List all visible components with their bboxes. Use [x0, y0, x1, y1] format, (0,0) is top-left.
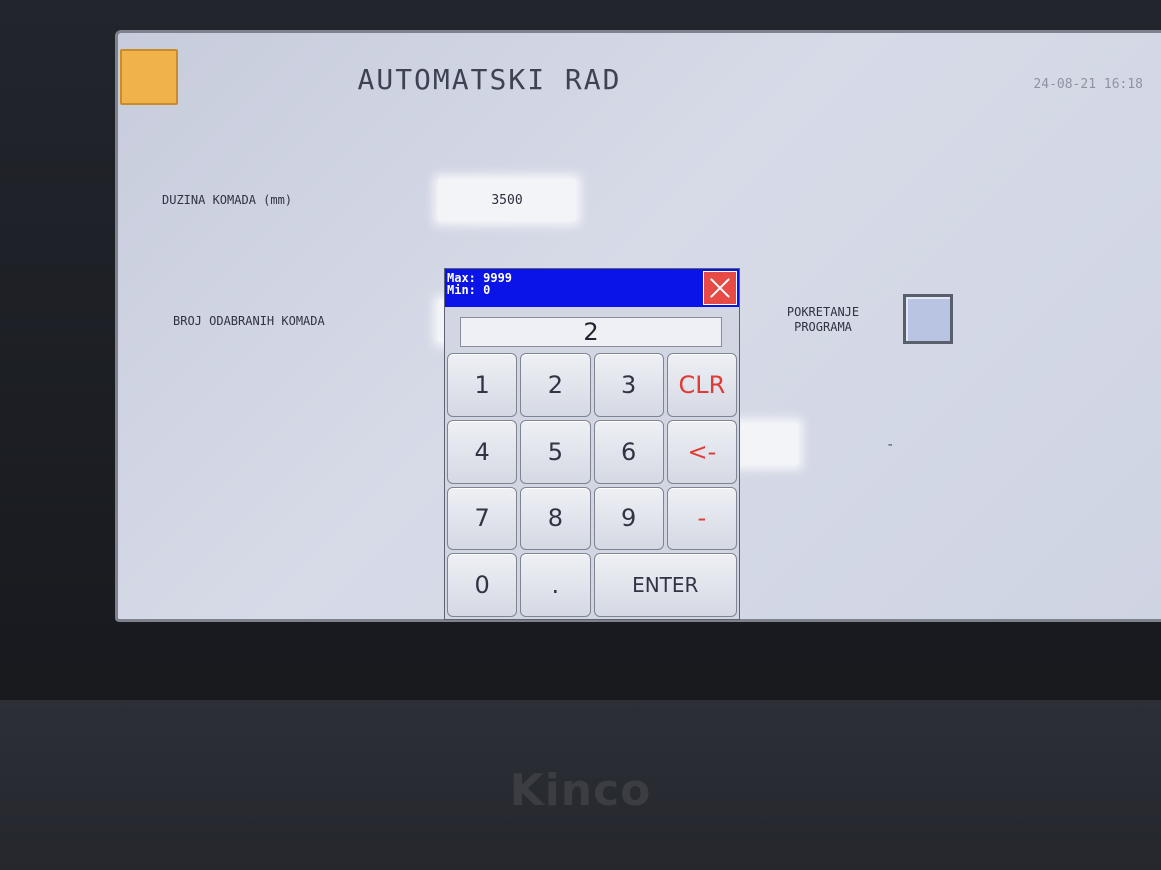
close-icon[interactable]	[703, 271, 737, 305]
key-1[interactable]: 1	[447, 353, 518, 417]
key-enter[interactable]: ENTER	[593, 553, 737, 617]
start-program-button[interactable]	[903, 294, 953, 344]
keypad-display: 2	[460, 317, 722, 347]
key-9[interactable]: 9	[593, 486, 664, 551]
key-8[interactable]: 8	[520, 486, 591, 551]
key-minus[interactable]: -	[666, 486, 737, 551]
key-2[interactable]: 2	[520, 353, 591, 417]
key-0[interactable]: 0	[447, 553, 518, 617]
key-5[interactable]: 5	[520, 419, 591, 484]
key-decimal[interactable]: .	[520, 553, 591, 617]
key-backspace[interactable]: <-	[666, 419, 737, 484]
keypad-grid: 1 2 3 CLR 4 5 6 <- 7 8 9 - 0 . ENTER	[447, 353, 737, 617]
keypad-min: Min: 0	[447, 283, 491, 297]
brand-logo: Kinco	[509, 765, 652, 816]
key-3[interactable]: 3	[593, 353, 664, 417]
key-clear[interactable]: CLR	[666, 353, 737, 417]
key-4[interactable]: 4	[447, 419, 518, 484]
start-program-label: POKRETANJE PROGRAMA	[786, 305, 860, 334]
numeric-keypad: Max: 9999 Min: 0 2 1 2 3 CLR 4 5 6 <- 7 …	[444, 268, 740, 620]
length-input[interactable]: 3500	[438, 179, 576, 221]
count-label: BROJ ODABRANIH KOMADA	[173, 314, 325, 328]
keypad-limits: Max: 9999 Min: 0	[447, 272, 512, 296]
key-7[interactable]: 7	[447, 486, 518, 551]
page-title: AUTOMATSKI RAD	[357, 63, 622, 96]
length-label: DUZINA KOMADA (mm)	[162, 193, 293, 207]
dash-text: -	[886, 437, 895, 453]
key-6[interactable]: 6	[593, 419, 664, 484]
datetime-display: 24-08-21 16:18	[1033, 77, 1143, 92]
keypad-header: Max: 9999 Min: 0	[445, 269, 739, 307]
